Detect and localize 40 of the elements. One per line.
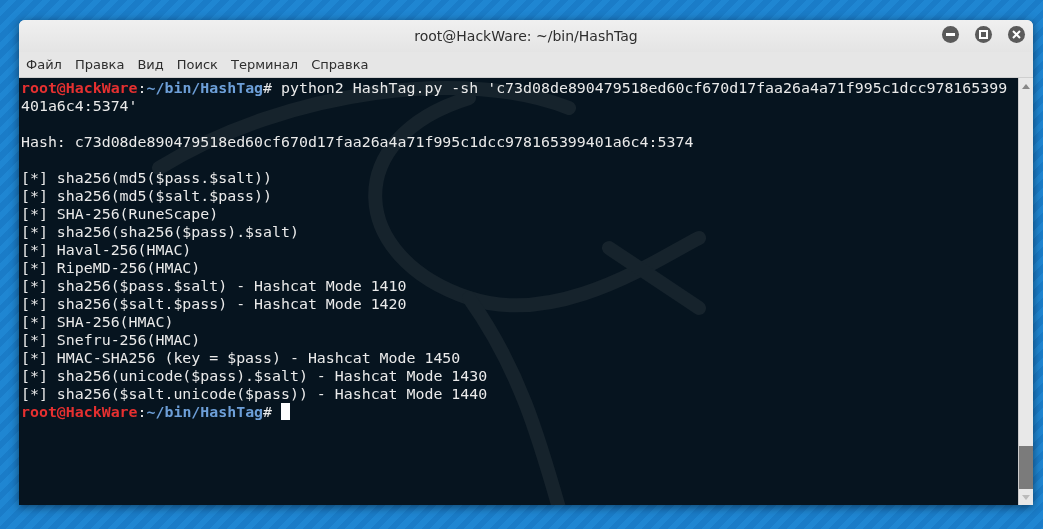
prompt-path: ~/bin/HashTag xyxy=(146,79,264,97)
output-line: [*] sha256(unicode($pass).$salt) - Hashcat Mode 1430 xyxy=(21,367,488,385)
menu-item[interactable]: Правка xyxy=(74,57,133,72)
output-line: [*] sha256(md5($salt.$pass)) xyxy=(21,187,273,205)
menu-item[interactable]: Вид xyxy=(137,57,172,72)
prompt-user: root@HackWare xyxy=(21,79,138,97)
prompt-separator: : xyxy=(137,79,147,97)
window-title: root@HackWare: ~/bin/HashTag xyxy=(414,28,638,44)
scrollbar[interactable] xyxy=(1018,78,1033,505)
prompt-mark: # xyxy=(263,403,273,421)
output-line: [*] sha256($salt.unicode($pass)) - Hashcat Mode 1440 xyxy=(21,385,488,403)
prompt-separator: : xyxy=(137,403,147,421)
output-line: [*] sha256($pass.$salt) - Hashcat Mode 1410 xyxy=(21,277,407,295)
close-button[interactable] xyxy=(1008,26,1025,43)
minimize-button[interactable] xyxy=(942,26,959,43)
scroll-up-icon[interactable] xyxy=(1021,82,1031,90)
output-line: [*] sha256(md5($pass.$salt)) xyxy=(21,169,273,187)
output-line: 401a6c4:5374' xyxy=(21,97,138,115)
output-line: [*] sha256(sha256($pass).$salt) xyxy=(21,223,299,241)
maximize-button[interactable] xyxy=(975,26,992,43)
output-line: [*] Haval-256(HMAC) xyxy=(21,241,192,259)
command-text: python2 HashTag.py -sh 'c73d08de890479518ed60cf670d17faa26a4a71f995c1dcc978165399 xyxy=(281,79,1008,97)
output-line: Hash: c73d08de890479518ed60cf670d17faa26a4a71f995c1dcc978165399401a6c4:5374 xyxy=(21,133,694,151)
output-line: [*] sha256($salt.$pass) - Hashcat Mode 1420 xyxy=(21,295,407,313)
output-line: [*] Snefru-256(HMAC) xyxy=(21,331,201,349)
output-line: [*] HMAC-SHA256 (key = $pass) - Hashcat Mode 1450 xyxy=(21,349,461,367)
maximize-icon xyxy=(979,30,988,39)
prompt-path: ~/bin/HashTag xyxy=(146,403,264,421)
output-line: [*] RipeMD-256(HMAC) xyxy=(21,259,201,277)
menu-item[interactable]: Файл xyxy=(26,57,70,72)
prompt-mark: # xyxy=(263,79,273,97)
close-icon xyxy=(1012,30,1021,39)
menu-item[interactable]: Поиск xyxy=(176,57,226,72)
output-line: [*] SHA-256(HMAC) xyxy=(21,313,174,331)
minimize-icon xyxy=(946,33,955,36)
prompt-user: root@HackWare xyxy=(21,403,138,421)
scroll-thumb[interactable] xyxy=(1019,446,1033,489)
menu-item[interactable]: Терминал xyxy=(230,57,307,72)
menu-item[interactable]: Справка xyxy=(311,57,377,72)
output-line: [*] SHA-256(RuneScape) xyxy=(21,205,219,223)
